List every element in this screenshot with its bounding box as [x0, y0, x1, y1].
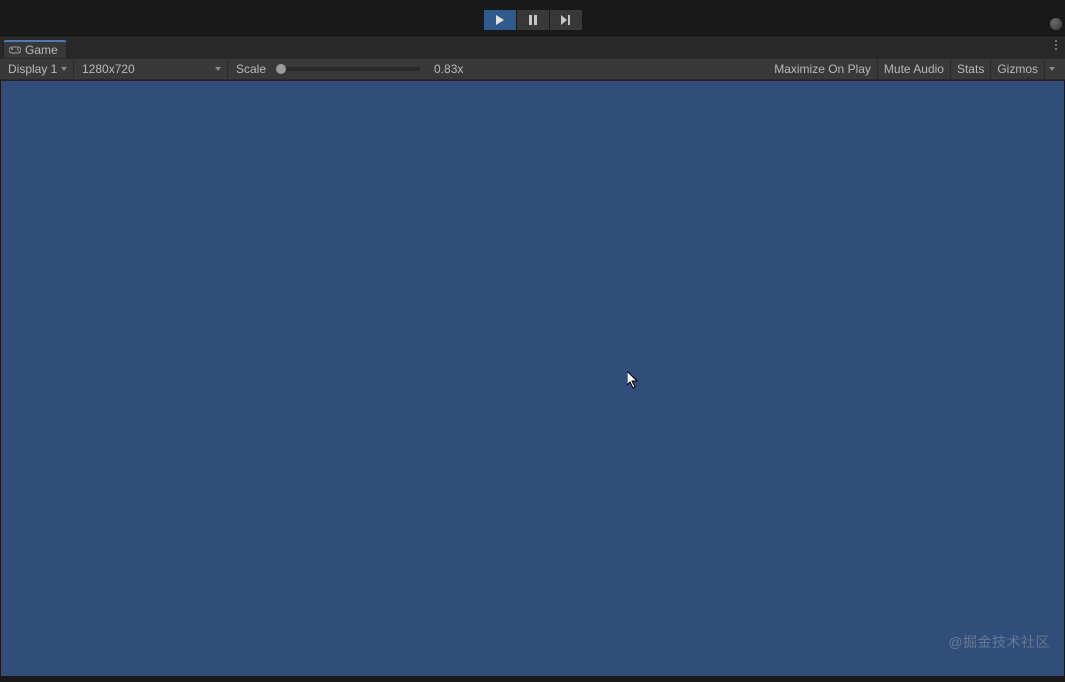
chevron-down-icon	[1049, 67, 1055, 71]
cursor-icon	[627, 371, 643, 391]
watermark: @掘金技术社区	[948, 632, 1050, 652]
top-toolbar	[0, 0, 1065, 36]
scale-value: 0.83x	[434, 62, 463, 76]
play-button[interactable]	[484, 10, 516, 30]
game-control-bar: Display 1 1280x720 Scale 0.83x Maximize …	[0, 58, 1065, 80]
game-viewport[interactable]: @掘金技术社区	[1, 80, 1064, 676]
corner-indicator-icon	[1050, 18, 1062, 30]
step-button[interactable]	[550, 10, 582, 30]
maximize-on-play-toggle[interactable]: Maximize On Play	[768, 59, 877, 79]
pause-icon	[528, 15, 538, 25]
resolution-dropdown[interactable]: 1280x720	[76, 60, 228, 78]
step-icon	[560, 15, 572, 25]
tab-game[interactable]: Game	[3, 40, 67, 58]
slider-thumb[interactable]	[276, 64, 286, 74]
play-controls	[484, 10, 582, 30]
resolution-value: 1280x720	[82, 62, 135, 76]
display-value: Display 1	[8, 62, 57, 76]
tab-context-menu[interactable]	[1055, 40, 1057, 50]
display-dropdown[interactable]: Display 1	[2, 60, 74, 78]
scale-section: Scale 0.83x	[230, 62, 766, 76]
gizmos-options[interactable]	[1044, 59, 1063, 79]
game-icon	[9, 46, 21, 54]
chevron-down-icon	[61, 67, 67, 71]
scale-slider[interactable]	[276, 67, 420, 71]
tab-label: Game	[25, 43, 58, 57]
stats-toggle[interactable]: Stats	[950, 59, 990, 79]
gizmos-dropdown[interactable]: Gizmos	[990, 59, 1044, 79]
right-controls: Maximize On Play Mute Audio Stats Gizmos	[768, 59, 1063, 79]
chevron-down-icon	[215, 67, 221, 71]
scale-label: Scale	[236, 62, 266, 76]
mute-audio-toggle[interactable]: Mute Audio	[877, 59, 950, 79]
play-icon	[495, 15, 505, 25]
pause-button[interactable]	[517, 10, 549, 30]
tab-strip: Game	[0, 36, 1065, 58]
